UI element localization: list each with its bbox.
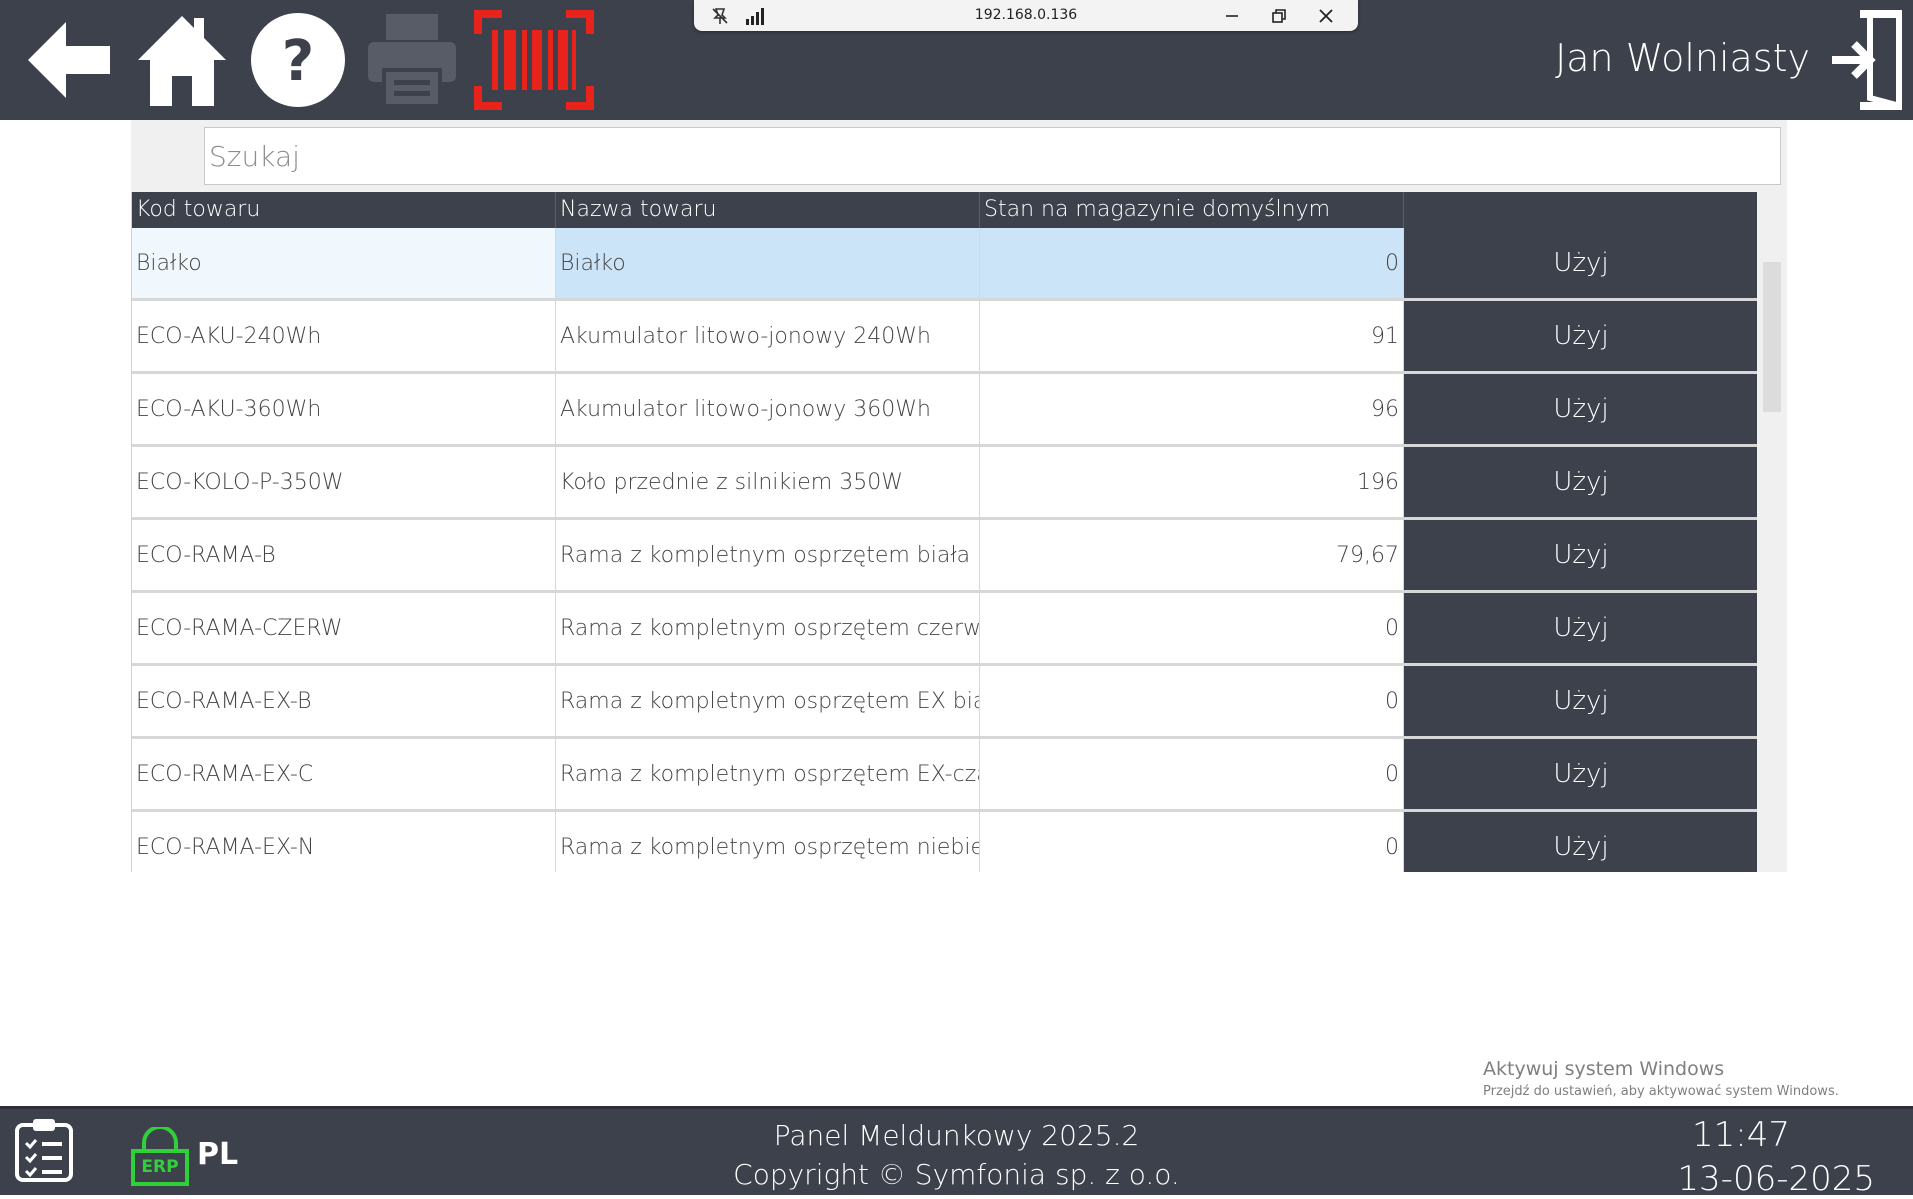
back-arrow-icon[interactable] xyxy=(18,10,118,110)
use-button[interactable]: Użyj xyxy=(1404,228,1758,298)
logout-icon[interactable] xyxy=(1830,10,1902,110)
table-row[interactable]: ECO-RAMA-EX-N Rama z kompletnym osprzętem… xyxy=(132,812,1758,872)
app-title: Panel Meldunkowy 2025.2 xyxy=(773,1119,1140,1152)
cell-product-code[interactable]: ECO-KOLO-P-350W xyxy=(132,447,556,517)
cell-product-code[interactable]: Białko xyxy=(132,228,556,298)
table-row[interactable]: ECO-RAMA-EX-B Rama z kompletnym osprzętem… xyxy=(132,666,1758,739)
remote-session-bar: 192.168.0.136 xyxy=(694,0,1358,31)
cell-stock[interactable]: 0 xyxy=(980,228,1404,298)
use-button[interactable]: Użyj xyxy=(1404,812,1758,872)
minimize-icon[interactable] xyxy=(1220,4,1244,28)
cell-product-name[interactable]: Akumulator litowo-jonowy 240Wh xyxy=(556,301,980,371)
table-row[interactable]: Białko Białko 0 Użyj xyxy=(132,228,1758,301)
use-button[interactable]: Użyj xyxy=(1404,374,1758,444)
use-button[interactable]: Użyj xyxy=(1404,593,1758,663)
use-button[interactable]: Użyj xyxy=(1404,666,1758,736)
printer-icon xyxy=(364,10,460,110)
cell-product-code[interactable]: ECO-RAMA-EX-N xyxy=(132,812,556,872)
cell-stock[interactable]: 91 xyxy=(980,301,1404,371)
cell-product-name[interactable]: Rama z kompletnym osprzętem niebieska xyxy=(556,812,980,872)
table-row[interactable]: ECO-RAMA-CZERW Rama z kompletnym osprzęte… xyxy=(132,593,1758,666)
table-body: Białko Białko 0 Użyj ECO-AKU-240Wh Akumulator… xyxy=(132,228,1758,872)
cell-stock[interactable]: 0 xyxy=(980,739,1404,809)
table-row[interactable]: ECO-AKU-360Wh Akumulator litowo-jonowy 36… xyxy=(132,374,1758,447)
cell-product-code[interactable]: ECO-AKU-360Wh xyxy=(132,374,556,444)
user-name: Jan Wolniasty xyxy=(1555,36,1810,80)
search-bar xyxy=(131,120,1787,192)
cell-product-name[interactable]: Rama z kompletnym osprzętem czerwona xyxy=(556,593,980,663)
column-header-name[interactable]: Nazwa towaru xyxy=(556,192,980,228)
product-table: Kod towaru Nazwa towaru Stan na magazyni… xyxy=(131,192,1787,872)
cell-product-code[interactable]: ECO-RAMA-EX-B xyxy=(132,666,556,736)
cell-stock[interactable]: 196 xyxy=(980,447,1404,517)
remote-address: 192.168.0.136 xyxy=(974,7,1078,23)
copyright-text: Copyright © Symfonia sp. z o.o. xyxy=(733,1158,1180,1191)
cell-product-code[interactable]: ECO-RAMA-CZERW xyxy=(132,593,556,663)
bottom-bar: ERP PL Panel Meldunkowy 2025.2 Copyright… xyxy=(0,1106,1913,1199)
restore-icon[interactable] xyxy=(1267,4,1291,28)
cell-stock[interactable]: 0 xyxy=(980,666,1404,736)
column-header-code[interactable]: Kod towaru xyxy=(132,192,556,228)
column-header-action xyxy=(1404,192,1758,228)
windows-activation-watermark: Aktywuj system Windows Przejdź do ustawi… xyxy=(1483,1058,1839,1099)
cell-product-code[interactable]: ECO-RAMA-B xyxy=(132,520,556,590)
close-icon[interactable] xyxy=(1314,4,1338,28)
table-row[interactable]: ECO-RAMA-EX-C Rama z kompletnym osprzętem… xyxy=(132,739,1758,812)
table-row[interactable]: ECO-RAMA-B Rama z kompletnym osprzętem bi… xyxy=(132,520,1758,593)
watermark-line-1: Aktywuj system Windows xyxy=(1483,1058,1725,1080)
home-icon[interactable] xyxy=(134,10,230,110)
column-header-stock[interactable]: Stan na magazynie domyślnym xyxy=(980,192,1404,228)
cell-stock[interactable]: 96 xyxy=(980,374,1404,444)
search-input[interactable] xyxy=(204,127,1781,185)
cell-stock[interactable]: 79,67 xyxy=(980,520,1404,590)
clock-date: 13-06-2025 xyxy=(1677,1159,1875,1199)
use-button[interactable]: Użyj xyxy=(1404,301,1758,371)
cell-product-code[interactable]: ECO-RAMA-EX-C xyxy=(132,739,556,809)
barcode-scanner-icon[interactable] xyxy=(474,10,594,110)
cell-stock[interactable]: 0 xyxy=(980,593,1404,663)
vertical-scrollbar[interactable] xyxy=(1757,228,1787,872)
cell-product-name[interactable]: Rama z kompletnym osprzętem biała xyxy=(556,520,980,590)
use-button[interactable]: Użyj xyxy=(1404,520,1758,590)
scrollbar-thumb[interactable] xyxy=(1763,262,1781,412)
cell-product-name[interactable]: Rama z kompletnym osprzętem EX biała xyxy=(556,666,980,736)
clock-time: 11:47 xyxy=(1692,1115,1790,1155)
cell-product-code[interactable]: ECO-AKU-240Wh xyxy=(132,301,556,371)
cell-stock[interactable]: 0 xyxy=(980,812,1404,872)
cell-product-name[interactable]: Białko xyxy=(556,228,980,298)
cell-product-name[interactable]: Rama z kompletnym osprzętem EX-czar... xyxy=(556,739,980,809)
table-row[interactable]: ECO-KOLO-P-350W Koło przednie z silnikiem… xyxy=(132,447,1758,520)
table-header: Kod towaru Nazwa towaru Stan na magazyni… xyxy=(132,192,1758,228)
header-scroll-gap xyxy=(1757,192,1787,228)
cell-product-name[interactable]: Akumulator litowo-jonowy 360Wh xyxy=(556,374,980,444)
watermark-line-2: Przejdź do ustawień, aby aktywować syste… xyxy=(1483,1084,1839,1099)
use-button[interactable]: Użyj xyxy=(1404,447,1758,517)
cell-product-name[interactable]: Koło przednie z silnikiem 350W xyxy=(556,447,980,517)
help-icon[interactable]: ? xyxy=(250,10,346,110)
svg-text:?: ? xyxy=(282,29,314,94)
use-button[interactable]: Użyj xyxy=(1404,739,1758,809)
table-row[interactable]: ECO-AKU-240Wh Akumulator litowo-jonowy 24… xyxy=(132,301,1758,374)
